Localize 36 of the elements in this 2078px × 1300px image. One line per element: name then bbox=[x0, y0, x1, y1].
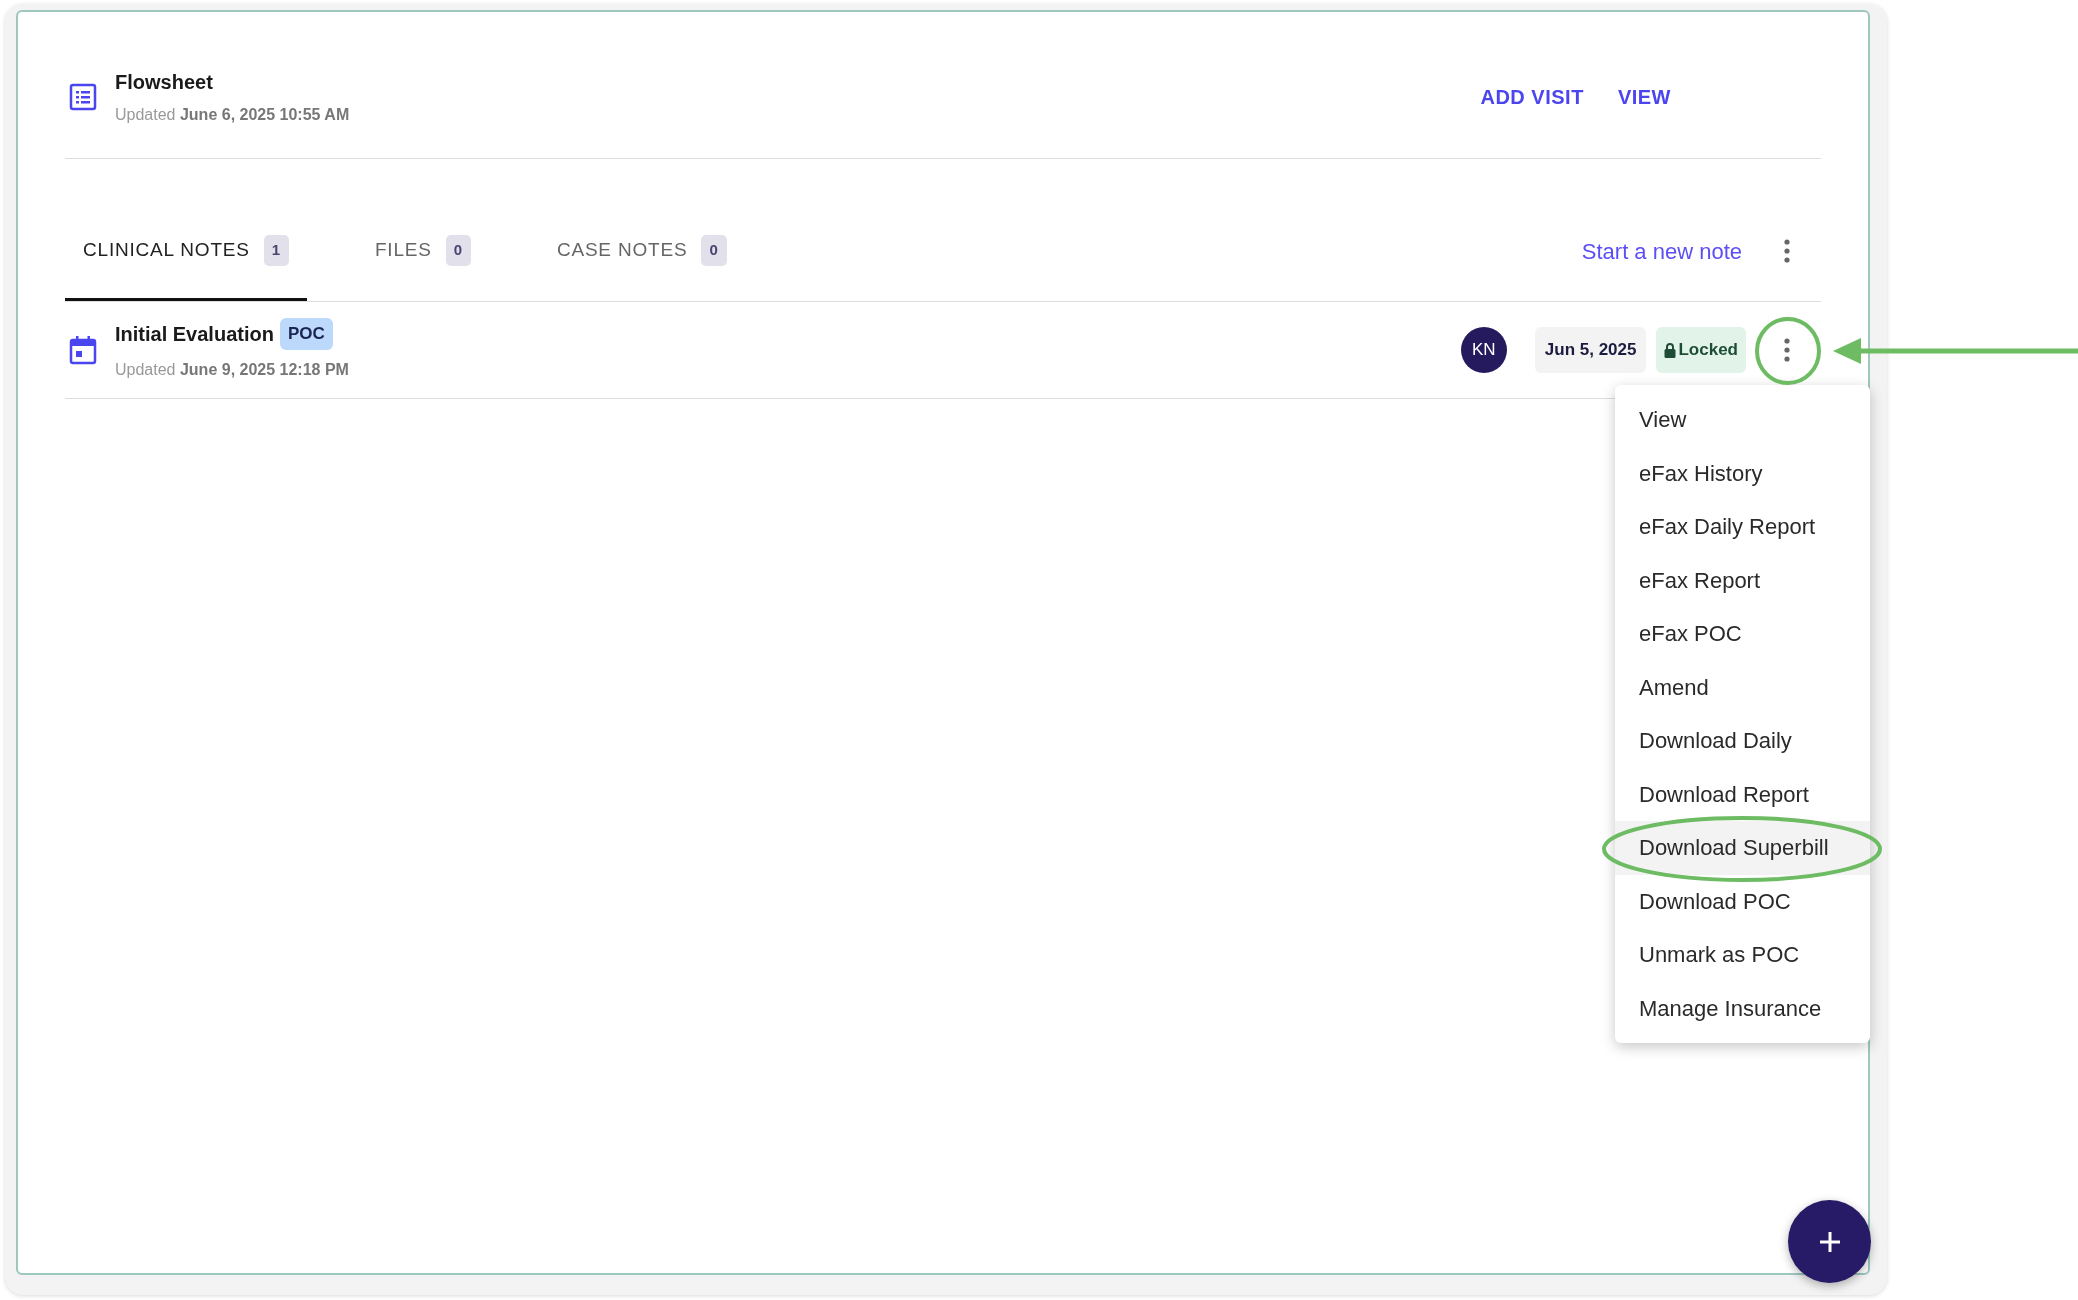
menu-item[interactable]: Download Superbill bbox=[1615, 821, 1870, 875]
poc-badge: POC bbox=[279, 318, 333, 350]
updated-text: Updated June 9, 2025 12:18 PM bbox=[115, 359, 349, 380]
date-chip: Jun 5, 2025 bbox=[1534, 327, 1647, 373]
menu-item[interactable]: eFax Daily Report bbox=[1615, 500, 1870, 554]
plus-icon bbox=[1817, 1229, 1842, 1254]
menu-item[interactable]: Amend bbox=[1615, 660, 1870, 714]
menu-item[interactable]: eFax Report bbox=[1615, 553, 1870, 607]
menu-item[interactable]: Manage Insurance bbox=[1615, 981, 1870, 1035]
note-title: Initial Evaluation bbox=[115, 322, 274, 347]
count-badge: 0 bbox=[701, 235, 727, 266]
list-icon bbox=[69, 83, 97, 111]
more-options-icon[interactable] bbox=[1784, 239, 1790, 263]
tab[interactable]: CASE NOTES 0 bbox=[538, 203, 745, 301]
menu-item[interactable]: Download Daily bbox=[1615, 714, 1870, 768]
flowsheet-title: Flowsheet bbox=[115, 70, 214, 95]
avatar: KN bbox=[1460, 327, 1507, 373]
count-badge: 1 bbox=[263, 235, 289, 266]
calendar-icon bbox=[69, 335, 97, 365]
count-badge: 0 bbox=[445, 235, 471, 266]
status-chip: Locked bbox=[1656, 327, 1746, 373]
annotation-circle bbox=[1753, 315, 1823, 387]
start-new-note-link[interactable]: Start a new note bbox=[1581, 234, 1742, 268]
menu-item[interactable]: View bbox=[1615, 393, 1870, 447]
tab[interactable]: CLINICAL NOTES 1 bbox=[65, 203, 307, 301]
menu-item[interactable]: Download POC bbox=[1615, 874, 1870, 928]
menu-item[interactable]: eFax History bbox=[1615, 446, 1870, 500]
tab[interactable]: FILES 0 bbox=[356, 203, 489, 301]
lock-icon bbox=[1664, 342, 1677, 358]
more-options-icon[interactable] bbox=[1784, 338, 1790, 362]
menu-item[interactable]: eFax POC bbox=[1615, 607, 1870, 661]
menu-item[interactable]: Unmark as POC bbox=[1615, 928, 1870, 982]
updated-text: Updated June 6, 2025 10:55 AM bbox=[115, 105, 350, 125]
flowsheet-action-link[interactable]: VIEW bbox=[1617, 82, 1671, 112]
flowsheet-action-link[interactable]: ADD VISIT bbox=[1480, 82, 1584, 112]
menu-item[interactable]: Download Report bbox=[1615, 767, 1870, 821]
